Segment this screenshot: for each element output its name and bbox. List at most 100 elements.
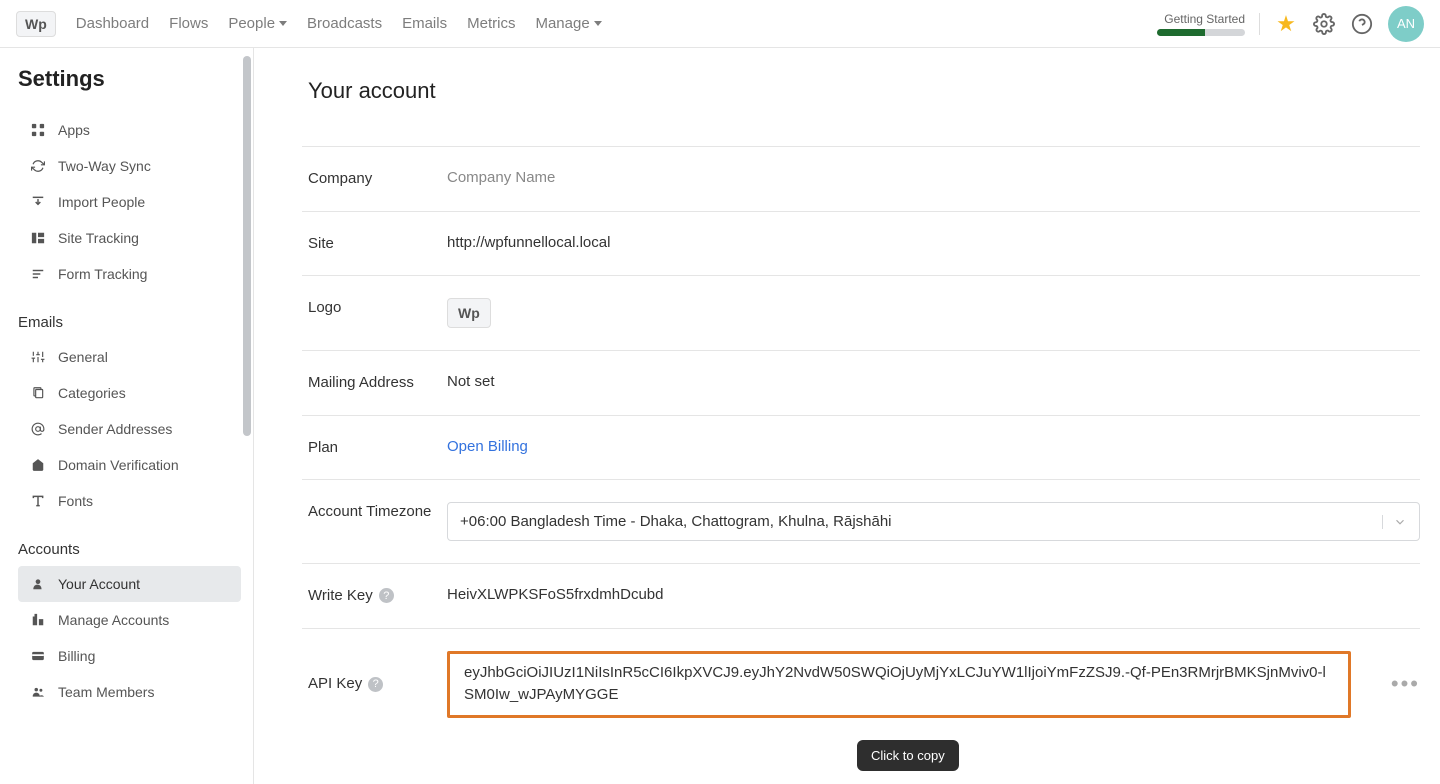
open-billing-link[interactable]: Open Billing	[447, 438, 1420, 455]
row-label: Account Timezone	[302, 502, 447, 522]
row-label: Plan	[302, 438, 447, 458]
sliders-icon	[30, 349, 46, 365]
main-content: Your account Company Company Name Site h…	[254, 48, 1440, 784]
sidebar-item-label: Form Tracking	[58, 266, 147, 282]
help-icon[interactable]	[1350, 12, 1374, 36]
sidebar-item-label: Site Tracking	[58, 230, 139, 246]
sidebar-item-label: Apps	[58, 122, 90, 138]
at-icon	[30, 421, 46, 437]
grid-icon	[30, 122, 46, 138]
gear-icon[interactable]	[1312, 12, 1336, 36]
row-label: Company	[302, 169, 447, 189]
sidebar-item-two-way-sync[interactable]: Two-Way Sync	[18, 148, 241, 184]
sidebar-item-team-members[interactable]: Team Members	[18, 674, 241, 710]
row-label: Mailing Address	[302, 373, 447, 393]
people-icon	[30, 684, 46, 700]
sidebar-item-billing[interactable]: Billing	[18, 638, 241, 674]
sidebar-item-your-account[interactable]: Your Account	[18, 566, 241, 602]
nav-people[interactable]: People	[228, 15, 287, 32]
help-icon[interactable]: ?	[379, 588, 394, 603]
progress-bar	[1157, 29, 1245, 36]
sidebar-item-label: Import People	[58, 194, 145, 210]
sidebar-item-general[interactable]: General	[18, 339, 241, 375]
nav-emails[interactable]: Emails	[402, 15, 447, 32]
more-icon[interactable]: •••	[1391, 671, 1420, 697]
app-logo[interactable]: Wp	[16, 11, 56, 37]
nav-dashboard[interactable]: Dashboard	[76, 15, 149, 32]
click-to-copy-tooltip: Click to copy	[857, 740, 959, 771]
row-value: Company Name	[447, 169, 1420, 186]
sidebar-item-label: Two-Way Sync	[58, 158, 151, 174]
sidebar-item-form-tracking[interactable]: Form Tracking	[18, 256, 241, 292]
api-key-value[interactable]: eyJhbGciOiJIUzI1NiIsInR5cCI6IkpXVCJ9.eyJ…	[447, 651, 1351, 718]
chevron-down-icon	[594, 21, 602, 26]
row-value: Wp	[447, 298, 1420, 328]
nav-metrics[interactable]: Metrics	[467, 15, 515, 32]
sidebar-item-label: Team Members	[58, 684, 154, 700]
nav-manage[interactable]: Manage	[535, 15, 601, 32]
sidebar-title: Settings	[18, 66, 241, 92]
nav-label: Dashboard	[76, 15, 149, 32]
getting-started[interactable]: Getting Started	[1157, 12, 1245, 36]
home-icon	[30, 457, 46, 473]
getting-started-label: Getting Started	[1164, 12, 1245, 26]
row-value: http://wpfunnellocal.local	[447, 234, 1420, 251]
row-account-timezone: Account Timezone +06:00 Bangladesh Time …	[302, 479, 1420, 563]
building-icon	[30, 612, 46, 628]
scrollbar-thumb[interactable]	[243, 56, 251, 436]
logo-thumb[interactable]: Wp	[447, 298, 491, 328]
nav-label: People	[228, 15, 275, 32]
row-company: Company Company Name	[302, 146, 1420, 211]
nav-label: Flows	[169, 15, 208, 32]
sidebar-item-categories[interactable]: Categories	[18, 375, 241, 411]
user-icon	[30, 576, 46, 592]
stack-icon	[30, 385, 46, 401]
chevron-down-icon	[1382, 515, 1407, 529]
sidebar-item-domain-verification[interactable]: Domain Verification	[18, 447, 241, 483]
nav-label: Emails	[402, 15, 447, 32]
card-icon	[30, 648, 46, 664]
site-tracking-icon	[30, 230, 46, 246]
sidebar-item-sender-addresses[interactable]: Sender Addresses	[18, 411, 241, 447]
sidebar-item-apps[interactable]: Apps	[18, 112, 241, 148]
star-icon[interactable]: ★	[1274, 12, 1298, 36]
page-title: Your account	[302, 78, 1420, 104]
nav-label: Manage	[535, 15, 589, 32]
sidebar-item-label: General	[58, 349, 108, 365]
topnav-right: Getting Started ★ AN	[1157, 6, 1424, 42]
sidebar-item-fonts[interactable]: Fonts	[18, 483, 241, 519]
nav-flows[interactable]: Flows	[169, 15, 208, 32]
sidebar: Settings Apps Two-Way Sync Import People…	[0, 48, 254, 784]
top-navigation: Wp Dashboard Flows People Broadcasts Ema…	[0, 0, 1440, 48]
row-label: Site	[302, 234, 447, 254]
topnav-links: Dashboard Flows People Broadcasts Emails…	[76, 15, 1157, 32]
row-site: Site http://wpfunnellocal.local	[302, 211, 1420, 276]
sidebar-item-label: Fonts	[58, 493, 93, 509]
select-value: +06:00 Bangladesh Time - Dhaka, Chattogr…	[460, 513, 892, 530]
sidebar-item-manage-accounts[interactable]: Manage Accounts	[18, 602, 241, 638]
write-key-value[interactable]: HeivXLWPKSFoS5frxdmhDcubd	[447, 586, 1420, 603]
type-icon	[30, 493, 46, 509]
row-write-key: Write Key ? HeivXLWPKSFoS5frxdmhDcubd	[302, 563, 1420, 628]
chevron-down-icon	[279, 21, 287, 26]
row-mailing-address: Mailing Address Not set	[302, 350, 1420, 415]
form-tracking-icon	[30, 266, 46, 282]
row-label: Write Key ?	[302, 586, 447, 606]
nav-broadcasts[interactable]: Broadcasts	[307, 15, 382, 32]
sidebar-item-label: Your Account	[58, 576, 140, 592]
nav-label: Metrics	[467, 15, 515, 32]
help-icon[interactable]: ?	[368, 677, 383, 692]
nav-label: Broadcasts	[307, 15, 382, 32]
row-label: API Key ?	[302, 674, 447, 694]
sidebar-item-site-tracking[interactable]: Site Tracking	[18, 220, 241, 256]
timezone-select[interactable]: +06:00 Bangladesh Time - Dhaka, Chattogr…	[447, 502, 1420, 541]
row-value: Not set	[447, 373, 1420, 390]
row-value: eyJhbGciOiJIUzI1NiIsInR5cCI6IkpXVCJ9.eyJ…	[447, 651, 1420, 718]
row-plan: Plan Open Billing	[302, 415, 1420, 480]
divider	[1259, 13, 1260, 35]
sidebar-item-import-people[interactable]: Import People	[18, 184, 241, 220]
avatar[interactable]: AN	[1388, 6, 1424, 42]
sidebar-section-emails: Emails	[18, 314, 241, 331]
import-icon	[30, 194, 46, 210]
row-value: +06:00 Bangladesh Time - Dhaka, Chattogr…	[447, 502, 1420, 541]
